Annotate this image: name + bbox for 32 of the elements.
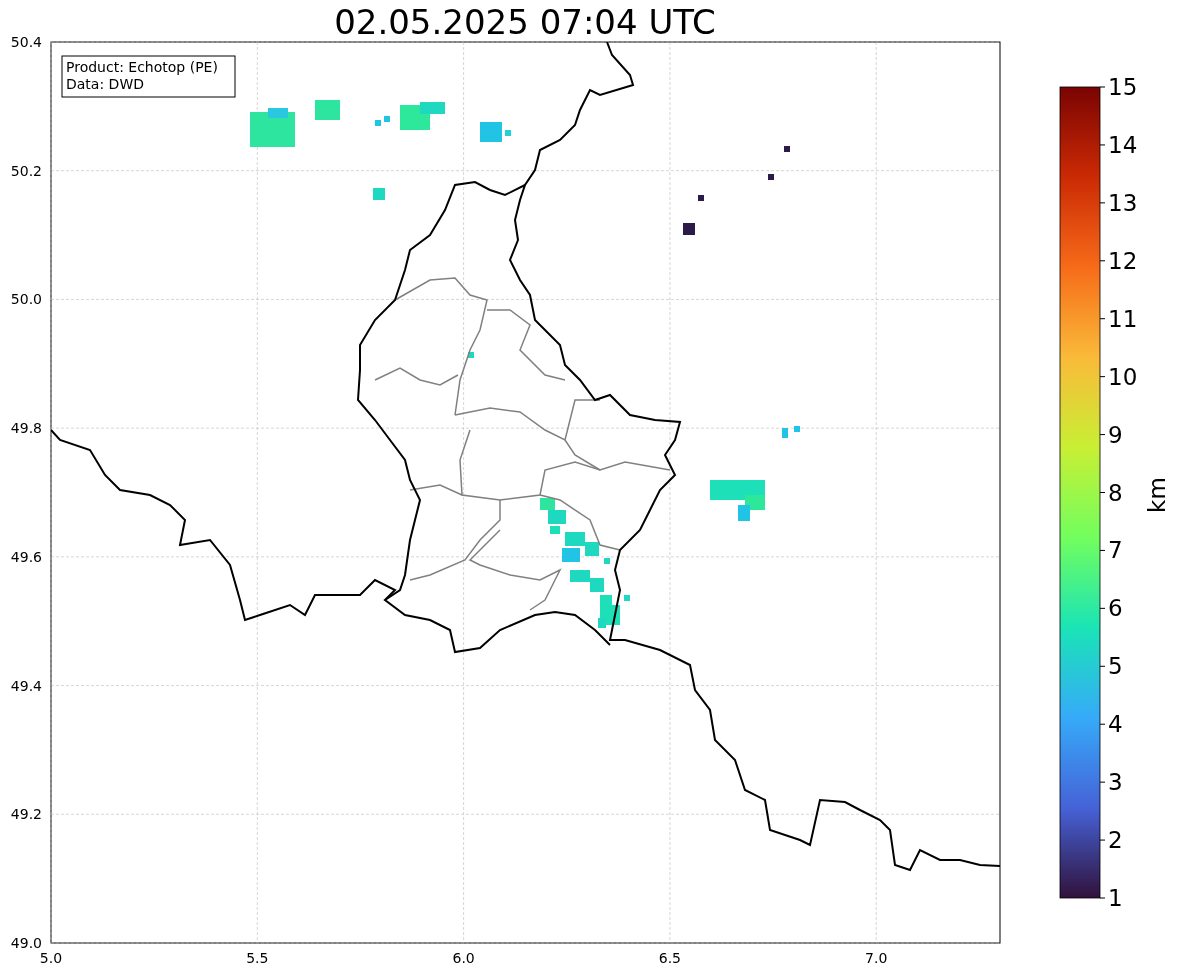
- x-tick-label: 6.0: [452, 950, 475, 966]
- y-tick-label: 50.4: [10, 34, 42, 50]
- x-tick-label: 5.0: [39, 950, 63, 966]
- colorbar-tick-label: 5: [1108, 653, 1123, 680]
- colorbar-tick-label: 15: [1108, 74, 1138, 100]
- colorbar-tick-label: 2: [1108, 827, 1123, 854]
- y-tick-label: 49.4: [10, 677, 42, 694]
- colorbar-tick-label: 8: [1108, 479, 1123, 506]
- colorbar-tick-label: 9: [1108, 421, 1123, 448]
- legend-text: Product: Echotop (PE): [66, 59, 218, 75]
- y-tick-label: 50.2: [10, 162, 42, 179]
- colorbar-tick-label: 1: [1108, 885, 1123, 911]
- x-tick-label: 6.5: [658, 950, 682, 966]
- colorbar-tick-label: 12: [1108, 247, 1138, 274]
- legend-text: Data: DWD: [66, 76, 144, 92]
- colorbar-tick-label: 4: [1108, 711, 1123, 738]
- colorbar-tick-label: 11: [1108, 305, 1138, 332]
- x-tick-label: 5.5: [246, 950, 269, 966]
- y-tick-label: 49.6: [10, 548, 42, 565]
- chart-title: 02.05.2025 07:04 UTC: [334, 2, 716, 42]
- colorbar-tick-label: 14: [1108, 131, 1138, 158]
- y-tick-label: 49.2: [10, 806, 42, 823]
- colorbar-tick-label: 13: [1108, 189, 1138, 216]
- colorbar-tick-label: 7: [1108, 537, 1123, 564]
- y-tick-label: 49.8: [10, 420, 42, 437]
- y-tick-label: 49.0: [10, 935, 42, 951]
- colorbar-tick-label: 10: [1108, 363, 1138, 390]
- colorbar-label: km: [1144, 477, 1170, 513]
- colorbar-tick-label: 3: [1108, 769, 1123, 796]
- y-tick-label: 50.0: [10, 291, 42, 308]
- colorbar-tick-label: 6: [1108, 595, 1123, 622]
- x-tick-label: 7.0: [865, 950, 888, 966]
